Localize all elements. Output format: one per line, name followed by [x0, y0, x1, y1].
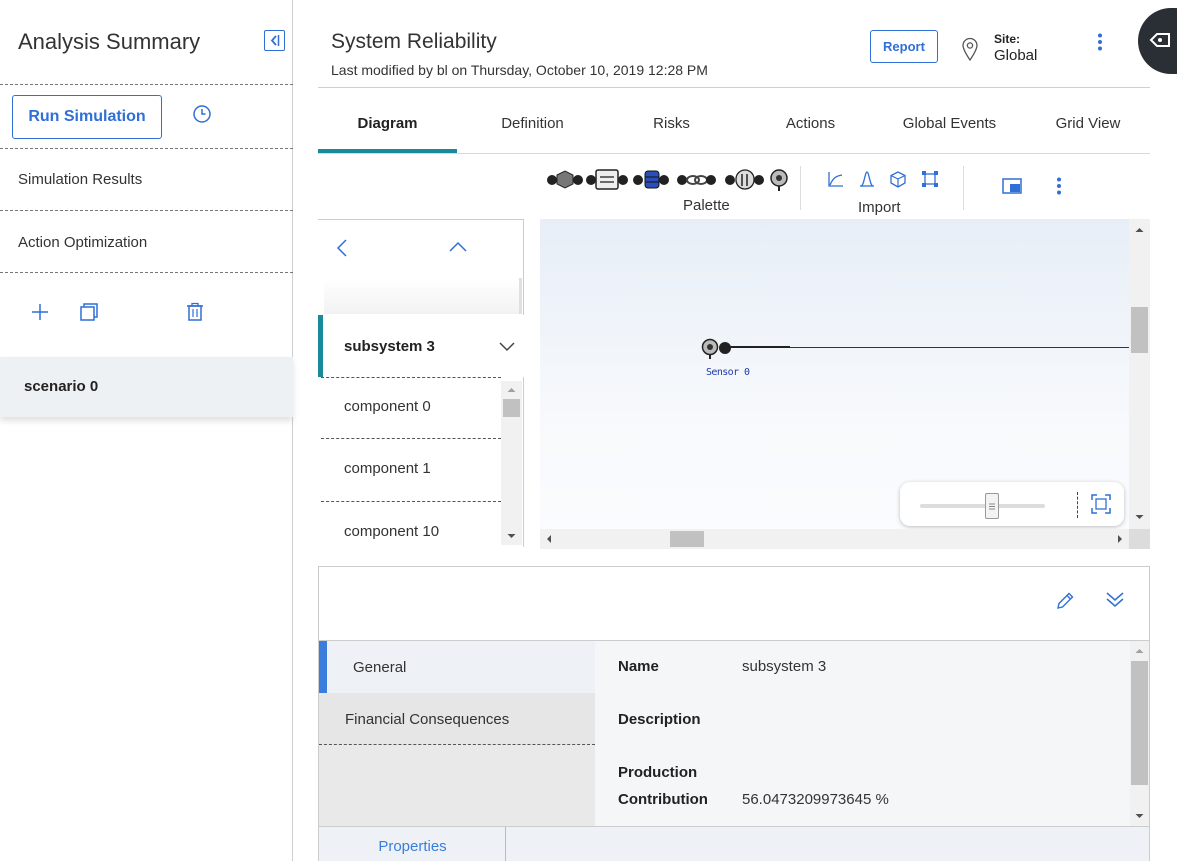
- property-name-value: subsystem 3: [742, 658, 827, 675]
- trash-icon[interactable]: [186, 302, 204, 327]
- import-toolbar: [826, 170, 946, 195]
- history-icon[interactable]: [192, 104, 212, 129]
- site-value[interactable]: Global: [994, 47, 1037, 64]
- tree-scrollbar[interactable]: [501, 381, 522, 545]
- tab-actions[interactable]: Actions: [741, 115, 880, 132]
- palette-label: Palette: [683, 197, 730, 214]
- property-production-contribution-value: 56.0473209973645 %: [742, 791, 889, 808]
- palette-sensor-icon[interactable]: [770, 169, 788, 191]
- double-chevron-down-icon[interactable]: [1105, 590, 1125, 613]
- last-modified-text: Last modified by bl on Thursday, October…: [331, 62, 708, 78]
- property-name-label: Name: [618, 658, 659, 675]
- palette-buffer-icon[interactable]: [586, 169, 628, 190]
- connection-line-selected[interactable]: [730, 346, 790, 348]
- zoom-slider-track[interactable]: [920, 504, 1045, 508]
- tree-item[interactable]: component 0: [344, 398, 431, 415]
- more-options-icon[interactable]: [1097, 33, 1103, 56]
- zoom-control: [900, 482, 1124, 526]
- scenario-label: scenario 0: [24, 378, 99, 395]
- details-body: General Financial Consequences Name subs…: [319, 640, 1149, 827]
- divider: [318, 153, 1150, 154]
- canvas-vertical-scrollbar[interactable]: [1129, 219, 1150, 529]
- divider: [318, 87, 1150, 88]
- divider: [0, 210, 293, 211]
- tree-selected-item[interactable]: subsystem 3: [318, 315, 524, 377]
- canvas-horizontal-scrollbar[interactable]: [540, 529, 1129, 549]
- divider: [321, 438, 501, 439]
- report-button[interactable]: Report: [870, 30, 938, 63]
- tab-properties[interactable]: Properties: [319, 827, 506, 861]
- site-label: Site:: [994, 32, 1021, 46]
- details-scrollbar[interactable]: [1130, 641, 1149, 827]
- import-cube-icon[interactable]: [890, 171, 906, 188]
- collapse-sidebar-icon[interactable]: [264, 30, 285, 51]
- diagram-tree-panel: subsystem 3 component 0 component 1 comp…: [318, 219, 524, 547]
- property-description-label: Description: [618, 711, 701, 728]
- tab-risks[interactable]: Risks: [602, 115, 741, 132]
- divider: [321, 501, 501, 502]
- divider: [0, 272, 293, 273]
- divider: [963, 166, 964, 210]
- run-simulation-button[interactable]: Run Simulation: [12, 95, 162, 139]
- tree-selected-label: subsystem 3: [344, 338, 435, 355]
- scrollbar-thumb[interactable]: [670, 531, 704, 547]
- tab-grid-view[interactable]: Grid View: [1026, 115, 1150, 132]
- tree-item[interactable]: component 10: [344, 523, 439, 540]
- category-financial-consequences[interactable]: Financial Consequences: [319, 693, 595, 745]
- sidebar-item-simulation-results[interactable]: Simulation Results: [18, 171, 142, 188]
- side-panel-toggle-button[interactable]: [1138, 8, 1177, 74]
- chevron-left-icon[interactable]: [336, 238, 348, 263]
- import-network-icon[interactable]: [922, 171, 938, 187]
- palette-switch-icon[interactable]: [725, 169, 764, 190]
- scrollbar-corner: [1129, 529, 1150, 549]
- category-label: General: [353, 659, 407, 676]
- zoom-slider-thumb[interactable]: [985, 493, 999, 519]
- sensor-node-icon[interactable]: [700, 338, 734, 365]
- divider: [800, 166, 801, 210]
- import-label: Import: [858, 199, 901, 216]
- details-panel: General Financial Consequences Name subs…: [318, 566, 1150, 861]
- tab-properties-label: Properties: [378, 838, 447, 855]
- scrollbar-thumb[interactable]: [1131, 307, 1148, 353]
- category-general[interactable]: General: [319, 641, 595, 693]
- import-curve-icon[interactable]: [860, 171, 874, 187]
- left-sidebar: Analysis Summary Run Simulation Simulati…: [0, 0, 293, 861]
- scrollbar-thumb[interactable]: [503, 399, 520, 417]
- details-tab-bar: Properties: [319, 826, 1149, 861]
- add-icon[interactable]: [30, 302, 50, 327]
- scenario-item[interactable]: scenario 0: [0, 357, 293, 417]
- sidebar-item-action-optimization[interactable]: Action Optimization: [18, 234, 147, 251]
- tree-parent-placeholder: [324, 278, 522, 314]
- divider: [1077, 492, 1078, 518]
- palette-asset-icon[interactable]: [547, 170, 583, 189]
- palette-storage-icon[interactable]: [633, 170, 669, 189]
- sidebar-title: Analysis Summary: [18, 29, 201, 54]
- minimap-toggle-icon[interactable]: [1002, 178, 1022, 199]
- fit-to-screen-icon[interactable]: [1091, 494, 1111, 519]
- palette-toolbar: [545, 167, 790, 198]
- palette-link-icon[interactable]: [677, 175, 716, 185]
- location-pin-icon: [961, 37, 979, 66]
- chevron-down-icon[interactable]: [499, 342, 515, 352]
- chevron-up-icon[interactable]: [448, 240, 468, 258]
- page-title: System Reliability: [331, 30, 497, 53]
- tab-global-events[interactable]: Global Events: [880, 115, 1019, 132]
- tab-definition[interactable]: Definition: [463, 115, 602, 132]
- diagram-more-options-icon[interactable]: [1056, 177, 1062, 200]
- divider: [0, 148, 293, 149]
- tab-diagram[interactable]: Diagram: [318, 115, 457, 132]
- category-label: Financial Consequences: [345, 711, 510, 728]
- tree-item[interactable]: component 1: [344, 460, 431, 477]
- divider: [0, 84, 293, 85]
- divider: [321, 377, 501, 378]
- import-distribution-icon[interactable]: [828, 172, 843, 187]
- sensor-node-label: Sensor 0: [706, 367, 750, 378]
- scrollbar-thumb[interactable]: [1131, 661, 1148, 785]
- edit-pencil-icon[interactable]: [1055, 591, 1075, 616]
- property-production-label: Production: [618, 764, 698, 781]
- category-empty-area: [319, 745, 595, 827]
- copy-icon[interactable]: [79, 302, 99, 327]
- property-contribution-label: Contribution: [618, 791, 708, 808]
